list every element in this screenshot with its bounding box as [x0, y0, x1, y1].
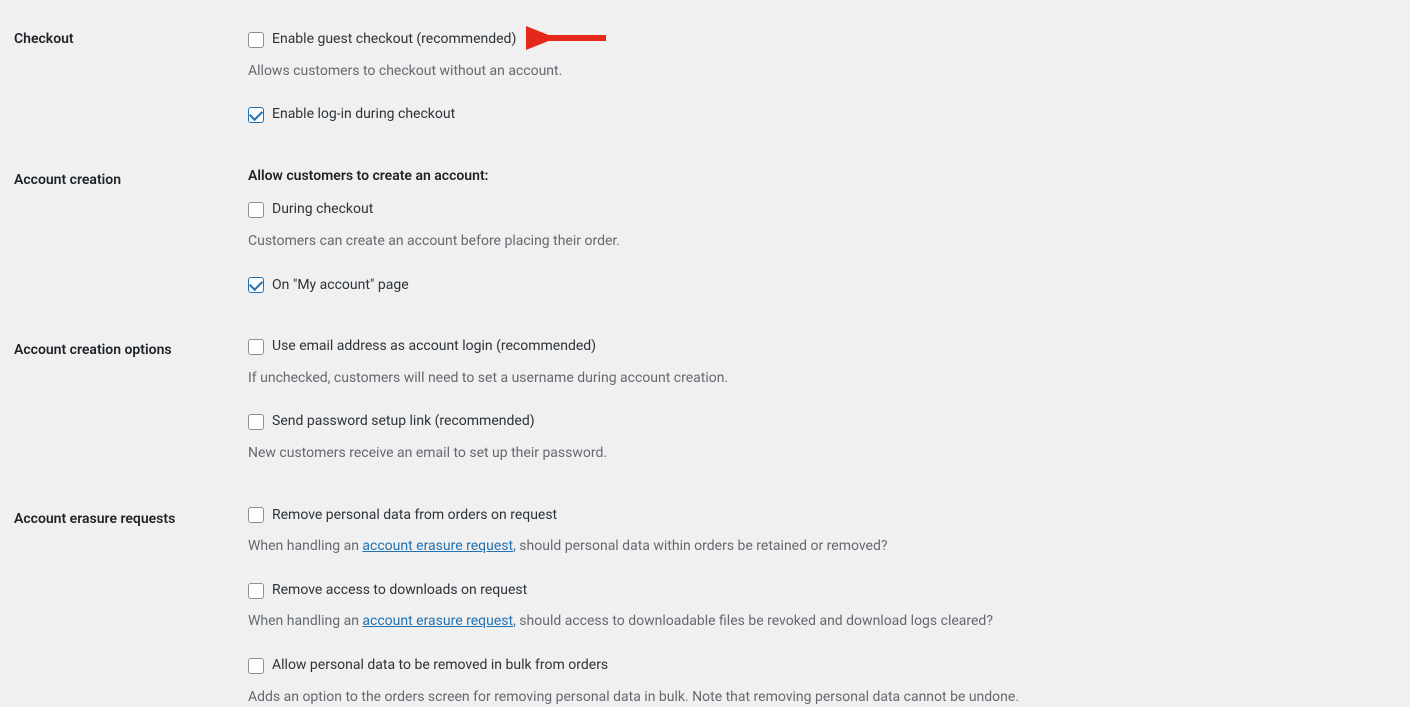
- account-creation-options-section: Account creation options Use email addre…: [0, 337, 1410, 463]
- account-erasure-section: Account erasure requests Remove personal…: [0, 506, 1410, 707]
- bulk-remove-description: Adds an option to the orders screen for …: [248, 688, 1410, 707]
- checkout-heading: Checkout: [0, 0, 248, 50]
- remove-downloads-description: When handling an account erasure request…: [248, 612, 1410, 632]
- during-checkout-checkbox[interactable]: [248, 202, 264, 218]
- enable-guest-checkout-label[interactable]: Enable guest checkout (recommended): [272, 30, 516, 50]
- account-erasure-heading: Account erasure requests: [0, 506, 248, 530]
- account-creation-options-heading: Account creation options: [0, 337, 248, 361]
- password-link-checkbox[interactable]: [248, 414, 264, 430]
- remove-personal-data-description: When handling an account erasure request…: [248, 537, 1410, 557]
- my-account-label[interactable]: On "My account" page: [272, 276, 409, 296]
- enable-login-checkout-checkbox[interactable]: [248, 107, 264, 123]
- account-erasure-link-2[interactable]: account erasure request: [362, 613, 513, 629]
- email-login-label[interactable]: Use email address as account login (reco…: [272, 337, 596, 357]
- enable-guest-checkout-checkbox[interactable]: [248, 32, 264, 48]
- remove-downloads-checkbox[interactable]: [248, 583, 264, 599]
- email-login-description: If unchecked, customers will need to set…: [248, 369, 1410, 389]
- account-creation-section: Account creation Allow customers to crea…: [0, 167, 1410, 295]
- account-creation-subheading: Allow customers to create an account:: [248, 167, 1410, 187]
- guest-checkout-description: Allows customers to checkout without an …: [248, 62, 1410, 82]
- remove-personal-data-label[interactable]: Remove personal data from orders on requ…: [272, 506, 557, 526]
- bulk-remove-label[interactable]: Allow personal data to be removed in bul…: [272, 656, 608, 676]
- bulk-remove-checkbox[interactable]: [248, 658, 264, 674]
- remove-downloads-label[interactable]: Remove access to downloads on request: [272, 581, 527, 601]
- during-checkout-label[interactable]: During checkout: [272, 200, 373, 220]
- email-login-checkbox[interactable]: [248, 339, 264, 355]
- account-creation-heading: Account creation: [0, 167, 248, 191]
- password-link-label[interactable]: Send password setup link (recommended): [272, 412, 535, 432]
- my-account-checkbox[interactable]: [248, 277, 264, 293]
- password-link-description: New customers receive an email to set up…: [248, 444, 1410, 464]
- enable-login-checkout-label[interactable]: Enable log-in during checkout: [272, 105, 455, 125]
- checkout-section: Checkout Enable guest checkout (recommen…: [0, 0, 1410, 125]
- during-checkout-description: Customers can create an account before p…: [248, 232, 1410, 252]
- remove-personal-data-checkbox[interactable]: [248, 507, 264, 523]
- account-erasure-link-1[interactable]: account erasure request: [362, 538, 513, 554]
